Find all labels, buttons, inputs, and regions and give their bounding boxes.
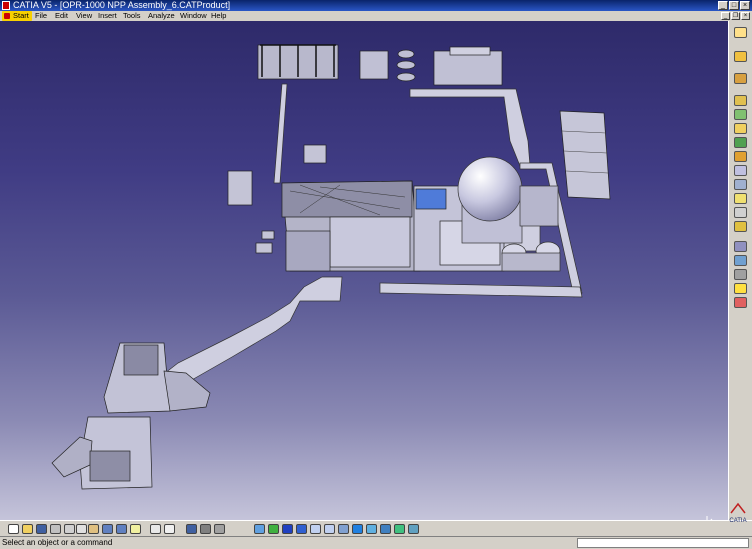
catia-app-icon[interactable] — [2, 1, 10, 10]
catia-logo: CATIA — [726, 502, 750, 524]
lightbulb-icon[interactable] — [734, 283, 747, 294]
menu-tools[interactable]: Tools — [123, 11, 141, 21]
catalog-browser-icon[interactable] — [200, 524, 211, 534]
menu-bar: Start File Edit View Insert Tools Analyz… — [0, 11, 752, 21]
catalog-icon[interactable] — [734, 221, 747, 232]
normal-view-icon[interactable] — [338, 524, 349, 534]
window-title: CATIA V5 - [OPR-1000 NPP Assembly_6.CATP… — [13, 0, 231, 10]
multi-view-icon[interactable] — [352, 524, 363, 534]
doc-minimize-button[interactable]: _ — [721, 12, 730, 20]
close-button[interactable]: × — [740, 1, 750, 10]
bottom-toolbar — [0, 520, 752, 536]
fit-all-icon[interactable] — [268, 524, 279, 534]
save-icon[interactable] — [36, 524, 47, 534]
switchyard-structure[interactable] — [257, 44, 339, 80]
title-bar: CATIA V5 - [OPR-1000 NPP Assembly_6.CATP… — [0, 0, 752, 11]
status-message: Select an object or a command — [2, 538, 113, 547]
minimize-button[interactable]: _ — [718, 1, 728, 10]
constraint-icon[interactable] — [734, 109, 747, 120]
3d-viewport[interactable] — [0, 21, 728, 520]
select-arrow-icon[interactable] — [734, 27, 747, 38]
command-input[interactable] — [577, 538, 749, 548]
doc-close-button[interactable]: × — [741, 12, 750, 20]
plant-assembly-model[interactable] — [0, 21, 728, 520]
publication-icon[interactable] — [214, 524, 225, 534]
knowledge-icon[interactable] — [186, 524, 197, 534]
comment-icon[interactable] — [164, 524, 175, 534]
sectioning-icon[interactable] — [734, 179, 747, 190]
undo-icon[interactable] — [102, 524, 113, 534]
scene-icon[interactable] — [734, 207, 747, 218]
hide-show-icon[interactable] — [394, 524, 405, 534]
status-bar: Select an object or a command — [0, 536, 752, 549]
doc-restore-button[interactable]: ❐ — [731, 12, 740, 20]
shading-icon[interactable] — [380, 524, 391, 534]
render-icon[interactable] — [734, 269, 747, 280]
copy-icon[interactable] — [76, 524, 87, 534]
fly-mode-icon[interactable] — [254, 524, 265, 534]
right-annex-building[interactable] — [559, 110, 611, 200]
maximize-button[interactable]: □ — [729, 1, 739, 10]
explode-icon[interactable] — [734, 151, 747, 162]
clash-icon[interactable] — [734, 165, 747, 176]
whats-this-icon[interactable] — [130, 524, 141, 534]
zoom-out-icon[interactable] — [324, 524, 335, 534]
outfall-structure[interactable] — [51, 416, 153, 490]
catia-logo-text: CATIA — [729, 518, 747, 524]
turbine-building[interactable] — [281, 180, 421, 272]
manipulate-icon[interactable] — [734, 123, 747, 134]
swap-space-icon[interactable] — [408, 524, 419, 534]
open-icon[interactable] — [22, 524, 33, 534]
right-toolbar — [728, 21, 752, 520]
snap-icon[interactable] — [734, 137, 747, 148]
menu-insert[interactable]: Insert — [98, 11, 117, 21]
menu-window[interactable]: Window — [180, 11, 207, 21]
new-icon[interactable] — [8, 524, 19, 534]
menu-help[interactable]: Help — [211, 11, 226, 21]
tank-cluster[interactable] — [359, 46, 503, 86]
redo-icon[interactable] — [116, 524, 127, 534]
paste-icon[interactable] — [88, 524, 99, 534]
quick-view-icon[interactable] — [366, 524, 377, 534]
pan-icon[interactable] — [282, 524, 293, 534]
assembly-icon[interactable] — [734, 73, 747, 84]
cut-icon[interactable] — [64, 524, 75, 534]
space-analysis-icon[interactable] — [734, 255, 747, 266]
close-tool-icon[interactable] — [734, 297, 747, 308]
measure-icon[interactable] — [734, 193, 747, 204]
menu-analyze[interactable]: Analyze — [148, 11, 175, 21]
menu-edit[interactable]: Edit — [55, 11, 68, 21]
formula-icon[interactable] — [150, 524, 161, 534]
sketcher-icon[interactable] — [734, 51, 747, 62]
print-icon[interactable] — [50, 524, 61, 534]
reactor-containment[interactable] — [457, 156, 559, 244]
part-design-icon[interactable] — [734, 95, 747, 106]
zoom-in-icon[interactable] — [310, 524, 321, 534]
rotate-icon[interactable] — [296, 524, 307, 534]
annotation-icon[interactable] — [734, 241, 747, 252]
menu-start[interactable]: Start — [2, 11, 32, 21]
menu-view[interactable]: View — [76, 11, 92, 21]
menu-file[interactable]: File — [35, 11, 47, 21]
